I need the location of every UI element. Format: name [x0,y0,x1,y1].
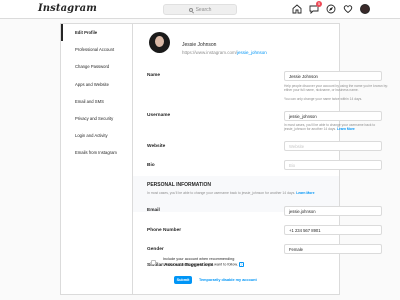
sidebar-item-email-and-sms[interactable]: Email and SMS [61,93,132,110]
gender-label: Gender [147,247,164,252]
personal-learn-more-link[interactable]: Learn More [296,191,314,195]
profile-name: Jessie Johnson [182,42,217,48]
sidebar-item-apps-and-website[interactable]: Apps and Website [61,76,132,93]
username-learn-more-link[interactable]: Learn More [337,127,355,131]
email-label: Email [147,208,160,213]
sidebar-item-edit-profile[interactable]: Edit Profile [61,24,132,42]
profile-url-prefix: https://www.instagram.com/ [182,50,238,55]
home-icon[interactable] [292,4,302,14]
website-label: Website [147,144,166,149]
phone-field[interactable]: +1 234 567 8901 [284,225,382,235]
suggestions-description: Include your account when recommending s… [163,257,245,268]
messages-icon[interactable]: 5 [309,1,322,14]
explore-icon[interactable] [326,4,336,14]
sidebar-item-change-password[interactable]: Change Password [61,58,132,75]
website-field[interactable]: Website [284,141,382,151]
help-icon[interactable]: ? [238,262,244,267]
profile-url[interactable]: https://www.instagram.com/jessie_johnson [182,50,267,55]
sidebar-item-emails-from-instagram[interactable]: Emails from Instagram [61,144,132,161]
gender-field[interactable]: Female [284,244,382,254]
settings-card: Edit Profile Professional Account Change… [60,23,388,295]
personal-info-title: PERSONAL INFORMATION [147,182,211,188]
top-nav-bar: Instagram Search 5 [0,0,400,19]
personal-info-help: In most cases, you'll be able to change … [147,191,314,195]
disable-account-link[interactable]: Temporarily disable my account [199,278,257,282]
settings-sidebar: Edit Profile Professional Account Change… [61,24,133,294]
message-badge: 5 [316,1,322,7]
username-field[interactable]: jessie_johnson [284,111,382,121]
bio-field[interactable]: Bio [284,160,382,170]
username-help-text: In most cases, you'll be able to change … [284,123,376,132]
bio-label: Bio [147,163,155,168]
search-placeholder: Search [195,6,212,13]
instagram-logo[interactable]: Instagram [38,3,97,14]
email-field[interactable]: jessie.johnson [284,206,382,216]
edit-profile-form: Jessie Johnson https://www.instagram.com… [133,24,388,294]
sidebar-item-professional-account[interactable]: Professional Account [61,41,132,58]
search-input[interactable]: Search [163,4,237,15]
heart-icon[interactable] [343,4,353,14]
nav-icons: 5 [292,1,370,14]
suggestions-checkbox[interactable] [151,260,156,265]
sidebar-item-privacy-and-security[interactable]: Privacy and Security [61,110,132,127]
sidebar-item-login-and-activity[interactable]: Login and Activity [61,127,132,144]
username-label: Username [147,113,171,118]
personal-info-help-text: In most cases, you'll be able to change … [147,191,296,195]
name-field[interactable]: Jessie Johnson [284,71,382,81]
profile-url-handle: jessie_johnson [237,50,267,55]
name-help: Help people discover your account by usi… [284,84,388,93]
avatar[interactable] [360,4,370,14]
username-help: In most cases, you'll be able to change … [284,123,388,132]
phone-label: Phone Number [147,228,182,233]
submit-button[interactable]: Submit [174,276,192,284]
search-icon [188,7,193,12]
name-label: Name [147,73,161,78]
name-change-limit: You can only change your name twice with… [284,97,363,101]
profile-avatar[interactable] [149,32,170,53]
suggestions-text: Include your account when recommending s… [163,257,238,267]
